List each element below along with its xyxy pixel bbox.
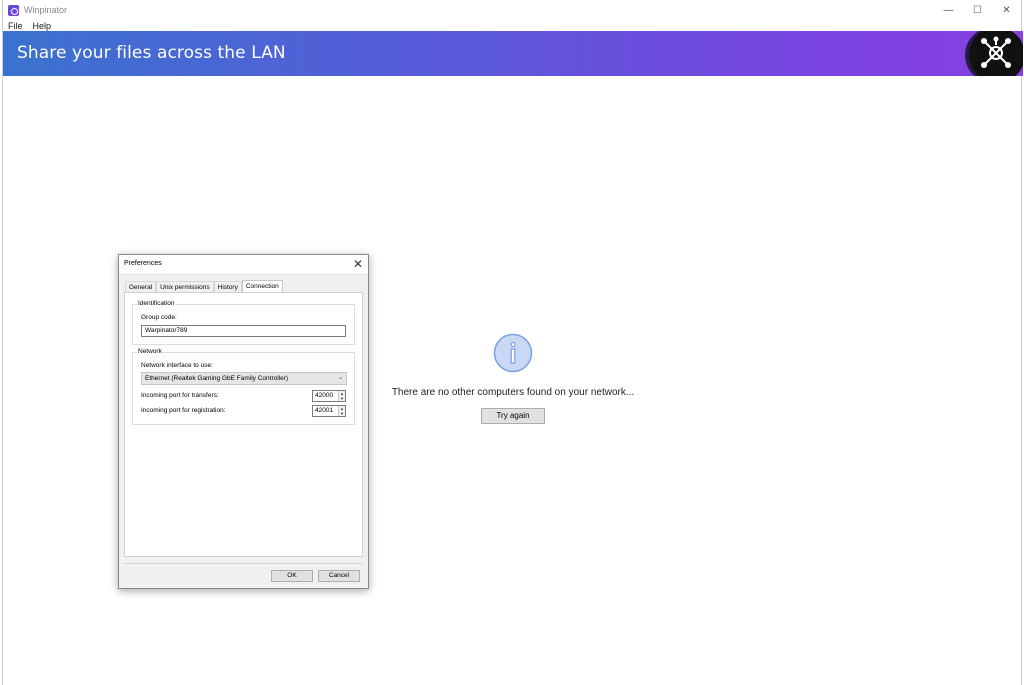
spin-buttons[interactable]: ▲ ▼ [338, 391, 345, 401]
group-code-label: Group code: [141, 314, 177, 321]
maximize-button[interactable]: ☐ [963, 0, 992, 20]
dialog-title-bar: Preferences ✕ [119, 255, 368, 275]
menu-file[interactable]: File [8, 21, 23, 31]
preferences-dialog: Preferences ✕ General Unix permissions H… [118, 254, 369, 589]
window-title: Winpinator [24, 5, 68, 15]
tab-history[interactable]: History [213, 281, 242, 292]
transfer-port-stepper[interactable]: 42000 ▲ ▼ [312, 390, 346, 402]
header-banner: Share your files across the LAN [3, 31, 1023, 76]
no-peers-message: There are no other computers found on yo… [391, 387, 635, 398]
warpinator-network-icon [969, 31, 1023, 76]
identification-group: Identification Group code: Warpinator789 [132, 300, 355, 345]
ok-button[interactable]: OK [271, 570, 313, 582]
app-icon [8, 4, 19, 16]
close-button[interactable]: ✕ [992, 0, 1021, 20]
spin-buttons[interactable]: ▲ ▼ [338, 406, 345, 416]
network-group: Network Network interface to use: Ethern… [132, 348, 355, 425]
registration-port-value: 42001 [315, 407, 334, 414]
title-bar: Winpinator — ☐ ✕ [3, 0, 1021, 20]
window-controls: — ☐ ✕ [934, 0, 1021, 20]
banner-title: Share your files across the LAN [17, 43, 286, 63]
dialog-close-button[interactable]: ✕ [353, 257, 363, 271]
connection-panel: Identification Group code: Warpinator789… [124, 292, 363, 557]
interface-select[interactable]: Ethernet (Realtek Gaming GbE Family Cont… [141, 372, 347, 385]
preferences-tabs: General Unix permissions History Connect… [125, 280, 283, 292]
chevron-down-icon: ⌄ [337, 375, 343, 381]
interface-select-value: Ethernet (Realtek Gaming GbE Family Cont… [145, 375, 289, 382]
registration-port-label: Incoming port for registration: [141, 407, 226, 414]
network-legend: Network [137, 348, 163, 355]
tab-general[interactable]: General [125, 281, 157, 292]
dialog-separator [124, 563, 363, 564]
identification-legend: Identification [137, 300, 176, 307]
no-peers-state: There are no other computers found on yo… [388, 333, 638, 424]
dialog-title: Preferences [124, 260, 162, 267]
registration-port-stepper[interactable]: 42001 ▲ ▼ [312, 405, 346, 417]
info-icon [493, 333, 533, 373]
tab-connection[interactable]: Connection [241, 280, 283, 292]
transfer-port-value: 42000 [315, 392, 334, 399]
menu-help[interactable]: Help [33, 21, 52, 31]
group-code-input[interactable]: Warpinator789 [141, 325, 346, 337]
cancel-button[interactable]: Cancel [318, 570, 360, 582]
try-again-button[interactable]: Try again [481, 408, 545, 424]
interface-label: Network interface to use: [141, 362, 213, 369]
minimize-button[interactable]: — [934, 0, 963, 20]
transfer-port-label: Incoming port for transfers: [141, 392, 219, 399]
tab-unix-permissions[interactable]: Unix permissions [156, 281, 214, 292]
